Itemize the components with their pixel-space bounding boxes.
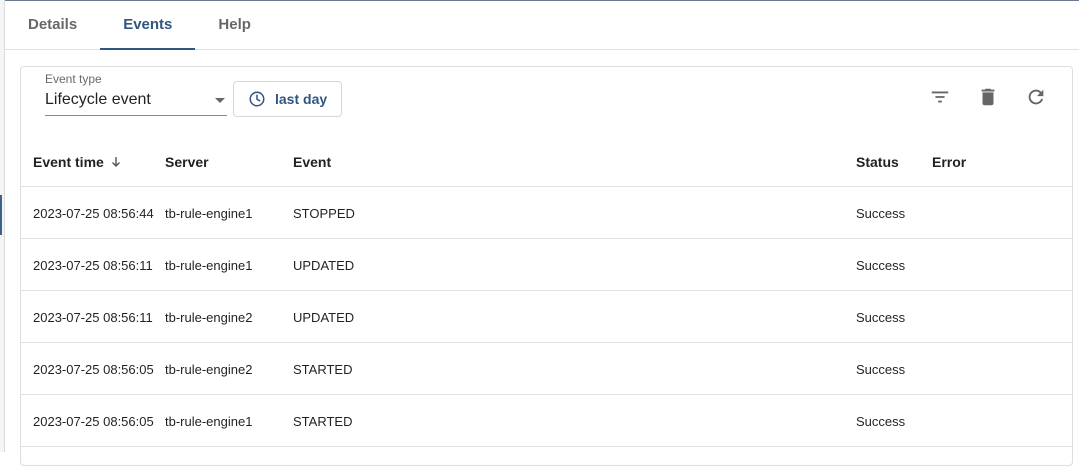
event-type-select[interactable]: Event type Lifecycle event <box>45 72 227 116</box>
column-header-server[interactable]: Server <box>165 137 209 187</box>
delete-icon <box>977 86 999 113</box>
event-type-label: Event type <box>45 72 102 86</box>
cell-event-time: 2023-07-25 08:56:11 <box>33 257 153 273</box>
filter-button[interactable] <box>926 85 954 113</box>
dropdown-arrow-icon <box>215 98 225 103</box>
events-panel: Details Events Help Event type Lifecycle… <box>0 0 1079 466</box>
cell-event-time: 2023-07-25 08:56:44 <box>33 205 154 221</box>
cell-event: UPDATED <box>293 257 355 273</box>
events-card: Event type Lifecycle event last day Even… <box>20 66 1073 466</box>
cell-status: Success <box>856 309 906 325</box>
table-row[interactable]: 2023-07-25 08:56:11 tb-rule-engine2 UPDA… <box>21 291 1072 343</box>
clock-icon <box>248 90 266 108</box>
background-panel-peek <box>0 195 4 235</box>
tab-help[interactable]: Help <box>195 0 274 49</box>
cell-event: STARTED <box>293 413 353 429</box>
cell-server: tb-rule-engine1 <box>165 205 253 221</box>
cell-server: tb-rule-engine1 <box>165 413 253 429</box>
table-row[interactable]: 2023-07-25 08:56:44 tb-rule-engine1 STOP… <box>21 187 1072 239</box>
filter-icon <box>929 86 951 113</box>
cell-event-time: 2023-07-25 08:56:05 <box>33 413 154 429</box>
refresh-icon <box>1025 86 1047 113</box>
table-row[interactable]: 2023-07-25 08:56:11 tb-rule-engine1 UPDA… <box>21 239 1072 291</box>
column-header-event-time[interactable]: Event time <box>33 137 122 187</box>
cell-status: Success <box>856 361 906 377</box>
sort-down-arrow-icon <box>110 156 122 168</box>
tab-events[interactable]: Events <box>100 0 196 50</box>
cell-server: tb-rule-engine2 <box>165 361 253 377</box>
cell-status: Success <box>856 413 906 429</box>
table-header: Event time Server Event Status Error <box>21 137 1072 187</box>
table-row[interactable]: 2023-07-25 08:56:05 tb-rule-engine1 STAR… <box>21 395 1072 447</box>
cell-status: Success <box>856 205 906 221</box>
table-row[interactable]: 2023-07-25 08:56:05 tb-rule-engine2 STAR… <box>21 343 1072 395</box>
cell-server: tb-rule-engine1 <box>165 257 253 273</box>
column-header-label: Event time <box>33 154 104 170</box>
cell-event: UPDATED <box>293 309 355 325</box>
cell-event-time: 2023-07-25 08:56:05 <box>33 361 154 377</box>
refresh-button[interactable] <box>1022 85 1050 113</box>
tab-bar: Details Events Help <box>5 0 1079 50</box>
cell-event-time: 2023-07-25 08:56:11 <box>33 309 153 325</box>
time-window-button[interactable]: last day <box>233 81 342 117</box>
background-panel-edge <box>0 0 5 452</box>
cell-event: STOPPED <box>293 205 355 221</box>
time-window-label: last day <box>275 91 328 107</box>
column-header-status[interactable]: Status <box>856 137 899 187</box>
cell-server: tb-rule-engine2 <box>165 309 253 325</box>
delete-button[interactable] <box>974 85 1002 113</box>
column-header-event[interactable]: Event <box>293 137 331 187</box>
tab-details[interactable]: Details <box>5 0 100 49</box>
column-header-error[interactable]: Error <box>932 137 966 187</box>
cell-event: STARTED <box>293 361 353 377</box>
event-type-value: Lifecycle event <box>45 91 151 108</box>
cell-status: Success <box>856 257 906 273</box>
